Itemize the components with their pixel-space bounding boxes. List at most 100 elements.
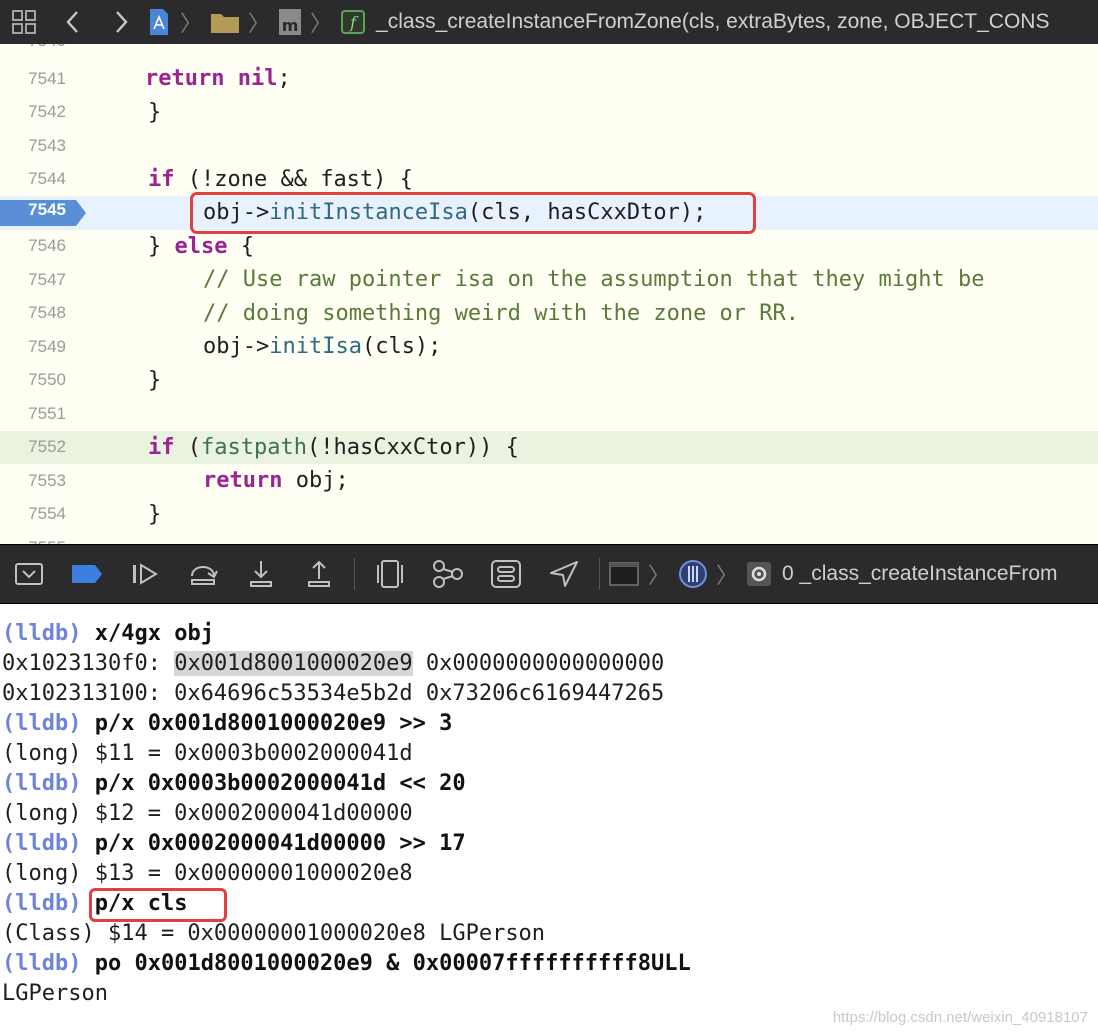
console-command-line: (lldb) p/x 0x001d8001000020e9 >> 3: [2, 709, 452, 739]
memory-value: 0x0000000000000000: [425, 651, 665, 676]
code-text: }: [148, 99, 162, 125]
step-over-icon[interactable]: [174, 554, 232, 594]
grid-icon[interactable]: [0, 0, 48, 44]
code-line: 7554 }: [0, 498, 1098, 532]
code-line: 7543: [0, 129, 1098, 163]
breadcrumb-separator: 〉: [648, 564, 671, 589]
code-line: 7542 }: [0, 96, 1098, 130]
code-line: 7550 }: [0, 364, 1098, 398]
code-line-partial: 7555: [0, 531, 1098, 544]
memory-address: 0x1023130f0:: [2, 651, 161, 676]
breadcrumb-separator: 〉: [248, 12, 271, 37]
code-line-highlighted: 7552 if (fastpath(!hasCxxCtor)) {: [0, 430, 1098, 464]
line-number: 7541: [28, 68, 66, 88]
console-command-line: (lldb) p/x 0x0002000041d00000 >> 17: [2, 829, 466, 859]
stack-icon[interactable]: [676, 554, 710, 594]
lldb-prompt: (lldb): [2, 951, 82, 976]
environment-overrides-icon[interactable]: [477, 554, 535, 594]
code-line: 7547 // Use raw pointer isa on the assum…: [0, 263, 1098, 297]
code-text: return obj;: [203, 468, 349, 494]
watermark: https://blog.csdn.net/weixin_40918107: [832, 1009, 1088, 1026]
console-output-line: LGPerson: [2, 981, 108, 1006]
memory-graph-icon[interactable]: [419, 554, 477, 594]
code-line: 7549 obj->initIsa(cls);: [0, 330, 1098, 364]
project-icon[interactable]: [144, 0, 174, 44]
line-number: 7551: [28, 403, 66, 423]
code-editor[interactable]: 7540 7541 return nil; 7542 } 7543 7544 i…: [0, 44, 1098, 544]
back-arrow-icon[interactable]: [48, 0, 98, 44]
forward-arrow-icon[interactable]: [98, 0, 144, 44]
line-number: 7549: [28, 336, 66, 356]
console-output-line: (long) $11 = 0x0003b0002000041d: [2, 741, 413, 766]
code-text: return nil;: [144, 66, 291, 92]
lldb-prompt: (lldb): [2, 711, 82, 736]
function-icon[interactable]: f: [338, 0, 368, 44]
line-number: 7543: [28, 135, 66, 155]
code-comment: // doing something weird with the zone o…: [203, 300, 800, 326]
selected-isa-value: 0x001d8001000020e9: [174, 651, 413, 676]
code-text: }: [148, 501, 162, 527]
code-line-partial: 7540: [0, 44, 1098, 58]
breadcrumb-separator: 〉: [180, 12, 203, 37]
breadcrumb-separator: 〉: [310, 12, 333, 37]
console-output-line: (long) $13 = 0x00000001000020e8: [2, 861, 413, 886]
code-text: obj->initIsa(cls);: [203, 334, 442, 360]
lldb-prompt: (lldb): [2, 621, 82, 646]
lldb-prompt: (lldb): [2, 771, 82, 796]
simulate-location-icon[interactable]: [535, 554, 593, 594]
line-number: 7545: [28, 200, 66, 219]
code-line: 7548 // doing something weird with the z…: [0, 297, 1098, 331]
console-toggle-icon[interactable]: [0, 554, 58, 594]
toolbar-divider: [354, 558, 355, 590]
console-command-line: (lldb) p/x 0x0003b0002000041d << 20: [2, 769, 466, 799]
console-command: x/4gx obj: [94, 621, 214, 646]
line-number: 7547: [28, 269, 66, 289]
continue-icon[interactable]: [116, 554, 174, 594]
console-output-line: 0x102313100: 0x64696c53534e5b2d 0x73206c…: [2, 681, 665, 706]
code-text: } else {: [148, 233, 254, 259]
console-output-line: (Class) $14 = 0x00000001000020e8 LGPerso…: [2, 921, 546, 946]
code-line: 7553 return obj;: [0, 464, 1098, 498]
console-command-line: (lldb) x/4gx obj: [2, 619, 214, 649]
code-text: if (fastpath(!hasCxxCtor)) {: [148, 434, 519, 460]
console-command: p/x 0x0002000041d00000 >> 17: [94, 831, 466, 856]
stack-frame-label[interactable]: 0 _class_createInstanceFrom: [782, 562, 1057, 586]
debug-bar: 〉 〉 0 _class_createInstanceFrom: [0, 544, 1098, 604]
jump-bar: 〉 〉 m 〉 f _class_createInstanceFromZone(…: [0, 0, 1098, 45]
lldb-prompt: (lldb): [2, 891, 82, 916]
console-command: po 0x001d8001000020e9 & 0x00007fffffffff…: [94, 951, 691, 976]
code-text: }: [148, 367, 162, 393]
view-debugger-icon[interactable]: [361, 554, 419, 594]
line-number: 7552: [28, 437, 66, 457]
line-number: 7548: [28, 303, 66, 323]
code-text: if (!zone && fast) {: [148, 166, 413, 192]
line-number: 7542: [28, 102, 66, 122]
code-line: 7546 } else {: [0, 230, 1098, 264]
highlight-box-command: [89, 888, 227, 922]
step-into-icon[interactable]: [232, 554, 290, 594]
line-number: 7546: [28, 236, 66, 256]
line-number: 7553: [28, 470, 66, 490]
console-command: p/x 0x0003b0002000041d << 20: [94, 771, 466, 796]
m-file-icon[interactable]: m: [276, 0, 304, 44]
thread-icon[interactable]: [606, 554, 642, 594]
lldb-prompt: (lldb): [2, 831, 82, 856]
lldb-console[interactable]: (lldb) x/4gx obj 0x1023130f0: 0x001d8001…: [0, 604, 1098, 1034]
code-line: 7551: [0, 397, 1098, 431]
console-output-line: 0x1023130f0: 0x001d8001000020e9 0x000000…: [2, 649, 664, 679]
folder-icon[interactable]: [208, 0, 242, 44]
m-file-letter: m: [279, 9, 302, 35]
line-number: 7540: [0, 44, 66, 51]
line-number: 7544: [28, 169, 66, 189]
step-out-icon[interactable]: [290, 554, 348, 594]
breakpoints-icon[interactable]: [58, 554, 116, 594]
toolbar-divider: [599, 558, 600, 590]
code-line: 7544 if (!zone && fast) {: [0, 163, 1098, 197]
code-line: 7541 return nil;: [0, 62, 1098, 96]
gear-icon[interactable]: [744, 554, 774, 594]
function-letter: f: [341, 10, 366, 34]
line-number: 7554: [28, 504, 66, 524]
highlight-box-current-line: [190, 192, 756, 234]
function-breadcrumb[interactable]: _class_createInstanceFromZone(cls, extra…: [376, 10, 1049, 34]
code-comment: // Use raw pointer isa on the assumption…: [203, 267, 985, 293]
